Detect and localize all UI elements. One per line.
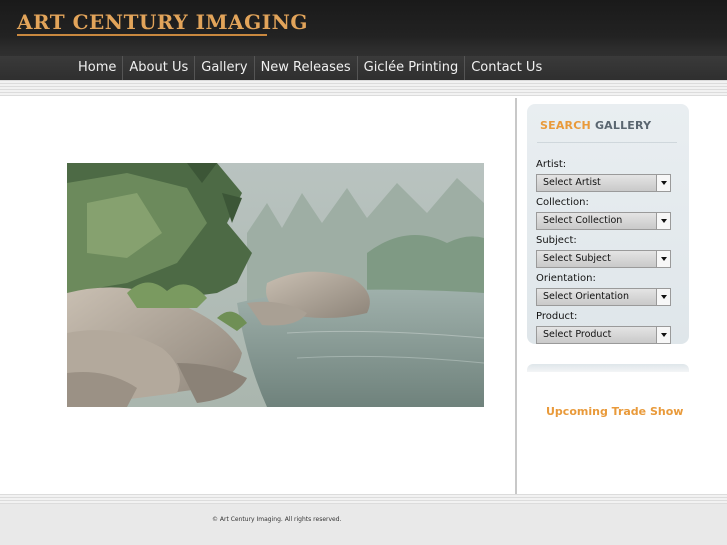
featured-painting[interactable] [67, 163, 484, 407]
nav-giclee-printing[interactable]: Giclée Printing [358, 56, 466, 80]
nav-home[interactable]: Home [72, 56, 124, 80]
collection-select-value: Select Collection [543, 215, 623, 226]
collection-label: Collection: [536, 197, 589, 208]
nav-about-us[interactable]: About Us [123, 56, 196, 80]
subject-select[interactable]: Select Subject [536, 250, 671, 268]
artist-label: Artist: [536, 159, 567, 170]
chevron-down-icon[interactable] [656, 175, 670, 191]
logo-underline [17, 34, 267, 36]
search-gallery-panel: SEARCH GALLERY Artist: Select Artist Col… [527, 104, 689, 344]
chevron-down-icon[interactable] [656, 251, 670, 267]
sidebar-panel-top [527, 364, 689, 372]
upcoming-trade-show-link[interactable]: Upcoming Trade Show [546, 405, 683, 418]
main-nav: Home About Us Gallery New Releases Giclé… [72, 56, 548, 80]
orientation-select-value: Select Orientation [543, 291, 629, 302]
collection-select[interactable]: Select Collection [536, 212, 671, 230]
site-logo[interactable]: ART CENTURY IMAGING [17, 10, 308, 34]
chevron-down-icon[interactable] [656, 213, 670, 229]
site-footer [0, 504, 727, 545]
orientation-label: Orientation: [536, 273, 596, 284]
chevron-down-icon[interactable] [656, 327, 670, 343]
product-label: Product: [536, 311, 578, 322]
product-select-value: Select Product [543, 329, 612, 340]
nav-new-releases[interactable]: New Releases [255, 56, 358, 80]
product-select[interactable]: Select Product [536, 326, 671, 344]
landscape-image [67, 163, 484, 407]
header-divider [0, 80, 727, 96]
column-separator [515, 98, 517, 494]
search-gallery-title: SEARCH GALLERY [540, 119, 651, 132]
artist-select-value: Select Artist [543, 177, 601, 188]
artist-select[interactable]: Select Artist [536, 174, 671, 192]
search-title-rule [537, 142, 677, 143]
nav-contact-us[interactable]: Contact Us [465, 56, 548, 80]
subject-label: Subject: [536, 235, 577, 246]
subject-select-value: Select Subject [543, 253, 611, 264]
copyright-text: © Art Century Imaging. All rights reserv… [212, 516, 342, 523]
nav-gallery[interactable]: Gallery [195, 56, 255, 80]
chevron-down-icon[interactable] [656, 289, 670, 305]
search-title-rest: GALLERY [594, 119, 652, 132]
footer-divider [0, 494, 727, 504]
search-title-accent: SEARCH [540, 119, 591, 132]
orientation-select[interactable]: Select Orientation [536, 288, 671, 306]
